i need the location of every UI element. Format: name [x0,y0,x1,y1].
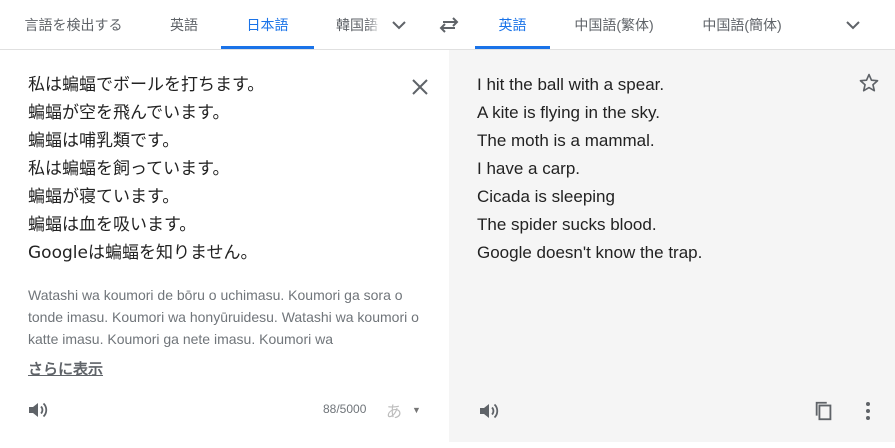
star-outline-icon [859,73,879,92]
tab-source-english[interactable]: 英語 [147,0,221,49]
source-line: 蝙蝠は血を吸います。 [28,215,197,235]
source-line: 蝙蝠が空を飛んでいます。 [28,103,230,123]
translation-line: I have a carp. [477,159,581,178]
tab-source-korean[interactable]: 韓国語 [336,0,381,49]
translation-line: Cicada is sleeping [477,187,615,206]
ime-hiragana-label: あ [386,404,403,421]
source-line: 蝙蝠が寝ています。 [28,187,180,207]
translation-line: The moth is a mammal. [477,131,655,150]
swap-languages-button[interactable] [436,13,462,37]
save-translation-button[interactable] [857,71,881,95]
chevron-down-icon [392,21,406,30]
source-languages-dropdown[interactable] [387,13,411,37]
tab-target-chinese-traditional[interactable]: 中国語(繁体) [555,0,673,49]
close-icon [412,79,428,95]
target-languages-dropdown[interactable] [841,13,865,37]
source-text-input[interactable]: 私は蝙蝠でボールを打ちます。 蝙蝠が空を飛んでいます。 蝙蝠は哺乳類です。 私は… [28,71,408,267]
tab-source-japanese[interactable]: 日本語 [221,0,314,49]
source-line: 私は蝙蝠を飼っています。 [28,159,230,179]
more-vert-icon [866,402,870,420]
listen-translation-button[interactable] [475,400,503,422]
clear-source-button[interactable] [406,73,434,101]
speaker-icon [480,403,499,419]
caret-down-icon: ▼ [412,405,421,415]
panel-footer-strip [0,442,449,448]
language-bar: 言語を検出する 英語 日本語 韓国語 英語 中国語(繁体) 中国語(簡体) [0,0,895,50]
chevron-down-icon [846,21,860,30]
translation-line: I hit the ball with a spear. [477,75,665,94]
source-line: Googleは蝙蝠を知りません。 [28,243,258,263]
input-tools-button[interactable]: あ ▼ [386,399,428,421]
show-more-link[interactable]: さらに表示 [28,358,103,379]
translation-line: The spider sucks blood. [477,215,657,234]
swap-arrows-icon [439,17,459,33]
tab-target-chinese-simplified[interactable]: 中国語(簡体) [683,0,801,49]
tab-target-english[interactable]: 英語 [475,0,550,49]
copy-translation-button[interactable] [812,399,836,423]
source-panel[interactable]: 私は蝙蝠でボールを打ちます。 蝙蝠が空を飛んでいます。 蝙蝠は哺乳類です。 私は… [0,50,449,448]
speaker-icon [29,402,48,418]
translation-panel: I hit the ball with a spear. A kite is f… [449,50,895,442]
translation-line: A kite is flying in the sky. [477,103,660,122]
tab-detect-language[interactable]: 言語を検出する [0,0,147,49]
translation-output: I hit the ball with a spear. A kite is f… [477,71,837,267]
more-options-button[interactable] [858,399,878,423]
character-count: 88/5000 [323,402,367,416]
translation-line: Google doesn't know the trap. [477,243,703,262]
listen-source-button[interactable] [24,399,52,421]
romanization-text: Watashi wa koumori de bōru o uchimasu. K… [28,287,419,347]
copy-icon [815,401,832,421]
source-line: 私は蝙蝠でボールを打ちます。 [28,75,265,95]
source-line: 蝙蝠は哺乳類です。 [28,131,180,151]
